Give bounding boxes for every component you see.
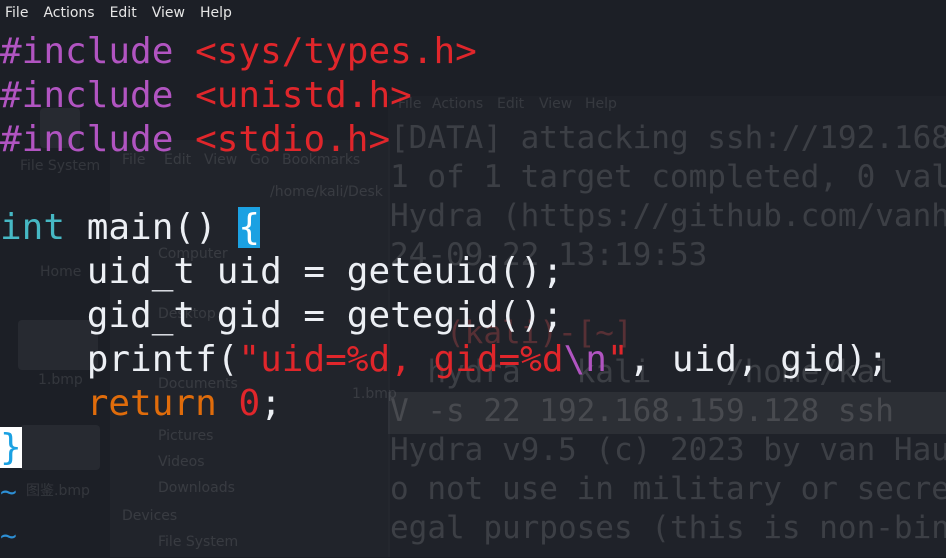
include-header: <stdio.h>	[195, 119, 391, 160]
code-line: printf("uid=%d, gid=%d\n", uid, gid);	[0, 338, 946, 382]
text-cursor[interactable]: {	[238, 207, 261, 248]
empty-line-marker: ~	[0, 519, 17, 552]
type-keyword: int	[0, 207, 66, 248]
code-editor[interactable]: #include <sys/types.h> #include <unistd.…	[0, 30, 946, 558]
matching-brace: }	[0, 427, 22, 468]
menu-bar: File Actions Edit View Help	[0, 0, 946, 26]
code-line: uid_t uid = geteuid();	[0, 251, 564, 292]
function-call: printf(	[0, 339, 239, 380]
code-line: return 0;	[0, 382, 946, 426]
code-line: int main() {	[0, 206, 946, 250]
code-line: #include <unistd.h>	[0, 74, 946, 118]
code-line: }	[0, 426, 946, 470]
preprocessor-directive: #include	[0, 31, 174, 72]
menu-edit[interactable]: Edit	[110, 5, 137, 21]
menu-view[interactable]: View	[152, 5, 185, 21]
string-literal-end: "	[606, 339, 629, 380]
preprocessor-directive: #include	[0, 119, 174, 160]
code-line: #include <stdio.h>	[0, 118, 946, 162]
code-line: #include <sys/types.h>	[0, 30, 946, 74]
code-line: gid_t gid = getegid();	[0, 295, 564, 336]
function-signature: main()	[65, 207, 239, 248]
preprocessor-directive: #include	[0, 75, 174, 116]
empty-line-marker: ~	[0, 475, 17, 508]
escape-sequence: \n	[563, 339, 607, 380]
semicolon: ;	[260, 383, 282, 424]
menu-help[interactable]: Help	[200, 5, 232, 21]
menu-actions[interactable]: Actions	[43, 5, 94, 21]
numeric-literal: 0	[238, 383, 261, 424]
call-arguments: , uid, gid);	[628, 339, 889, 380]
return-keyword: return	[86, 383, 217, 424]
menu-file[interactable]: File	[5, 5, 28, 21]
include-header: <unistd.h>	[195, 75, 412, 116]
string-literal: "uid=%d, gid=%d	[238, 339, 564, 380]
include-header: <sys/types.h>	[195, 31, 477, 72]
